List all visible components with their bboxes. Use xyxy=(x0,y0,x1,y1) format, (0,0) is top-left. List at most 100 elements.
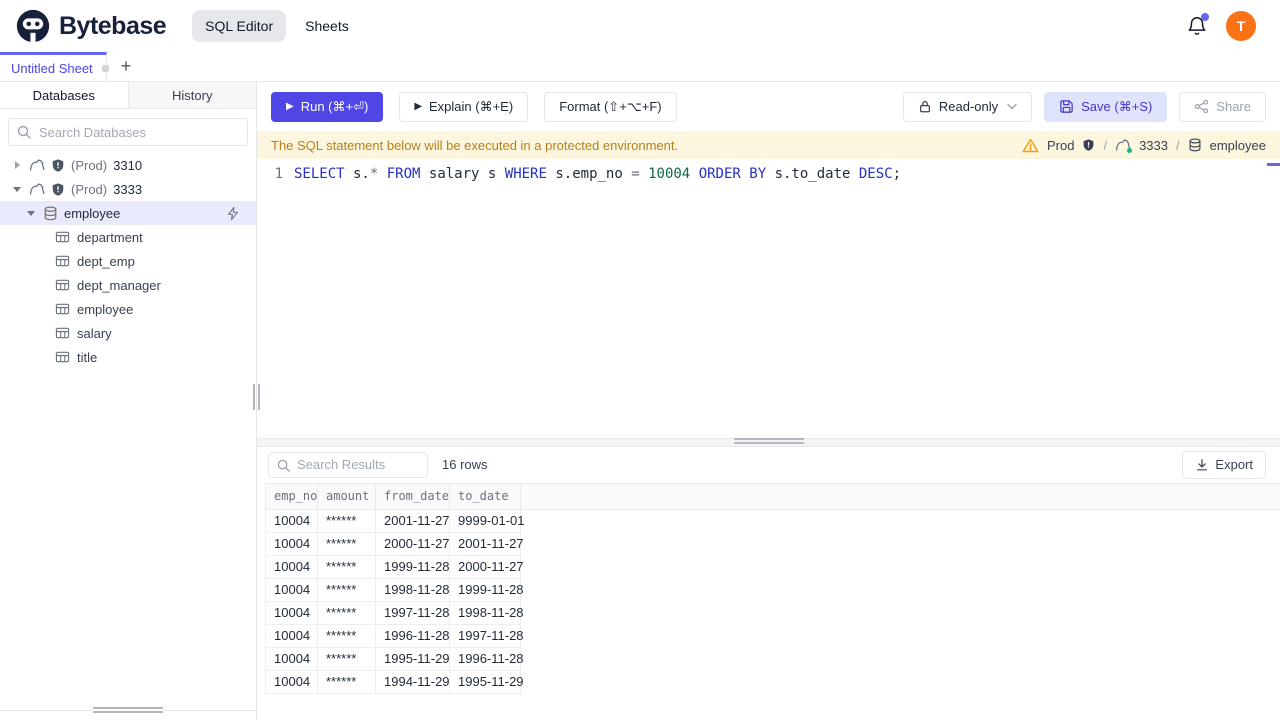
lock-icon xyxy=(918,99,932,114)
table-row-salary[interactable]: salary xyxy=(0,321,256,345)
sheet-tab-label: Untitled Sheet xyxy=(11,60,93,76)
table-row-title[interactable]: title xyxy=(0,345,256,369)
cell: 9999-01-01 xyxy=(449,508,525,533)
mysql-icon xyxy=(29,182,45,196)
caret-down-icon[interactable] xyxy=(13,184,23,194)
format-button[interactable]: Format (⇧+⌥+F) xyxy=(544,91,677,122)
table-row-dept-emp[interactable]: dept_emp xyxy=(0,249,256,273)
result-row: 10004 ****** 1995-11-29 1996-11-28 xyxy=(265,646,1280,671)
run-label: Run (⌘+⏎) xyxy=(300,98,369,114)
cell: 1994-11-29 xyxy=(375,669,450,694)
brand[interactable]: Bytebase xyxy=(16,9,167,43)
table-icon xyxy=(55,326,70,340)
tab-databases[interactable]: Databases xyxy=(0,82,129,108)
table-row-department[interactable]: department xyxy=(0,225,256,249)
search-icon xyxy=(277,459,290,472)
cell-filler xyxy=(520,670,1280,693)
line-number: 1 xyxy=(274,166,283,182)
instance-row-3333[interactable]: (Prod) 3333 xyxy=(0,177,256,201)
banner-message: The SQL statement below will be executed… xyxy=(271,137,679,153)
tab-history[interactable]: History xyxy=(128,82,256,108)
download-icon xyxy=(1195,458,1209,472)
cell: ****** xyxy=(317,577,376,602)
instance-row-3310[interactable]: (Prod) 3310 xyxy=(0,153,256,177)
results-search-input[interactable] xyxy=(268,451,428,478)
table-name: dept_manager xyxy=(77,277,161,293)
column-header-to-date[interactable]: to_date xyxy=(449,482,521,510)
cell: ****** xyxy=(317,623,376,648)
table-icon xyxy=(55,230,70,244)
cell: 1998-11-28 xyxy=(449,600,524,625)
mysql-icon xyxy=(1115,138,1133,153)
instance-name: 3310 xyxy=(113,157,143,173)
database-search-input[interactable] xyxy=(8,118,248,146)
database-row-employee[interactable]: employee xyxy=(0,201,256,225)
share-button[interactable]: Share xyxy=(1179,91,1266,122)
editor-results-resize-handle[interactable] xyxy=(733,437,804,444)
share-label: Share xyxy=(1216,99,1251,114)
cell: ****** xyxy=(317,554,376,579)
column-header-emp-no[interactable]: emp_no xyxy=(265,482,318,510)
nav-sheets[interactable]: Sheets xyxy=(292,10,362,42)
readonly-mode-select[interactable]: Read-only xyxy=(902,91,1033,122)
instance-label: 3333 xyxy=(1139,137,1168,153)
table-name: title xyxy=(77,349,98,365)
sql-code-editor[interactable]: 1 SELECT s.* FROM salary s WHERE s.emp_n… xyxy=(257,159,1280,438)
results-panel: 16 rows Export xyxy=(257,447,1280,720)
database-name: employee xyxy=(64,205,121,221)
export-button[interactable]: Export xyxy=(1182,450,1266,479)
cell-filler xyxy=(520,601,1280,624)
row-count: 16 rows xyxy=(442,457,488,472)
code-line: 1 SELECT s.* FROM salary s WHERE s.emp_n… xyxy=(257,164,1280,185)
cell-filler xyxy=(520,647,1280,670)
cell: 1997-11-28 xyxy=(449,623,524,648)
user-avatar[interactable]: T xyxy=(1226,11,1256,41)
notification-bell-icon[interactable] xyxy=(1186,13,1209,37)
top-nav: SQL Editor Sheets xyxy=(192,10,362,42)
explain-button[interactable]: ▶ Explain (⌘+E) xyxy=(399,91,529,122)
caret-down-icon[interactable] xyxy=(27,208,37,218)
play-icon: ▶ xyxy=(414,100,423,112)
cell: ****** xyxy=(317,531,376,556)
quick-action-bolt-icon[interactable] xyxy=(226,206,240,221)
table-icon xyxy=(55,302,70,316)
save-button[interactable]: Save (⌘+S) xyxy=(1044,91,1168,122)
table-row-dept-manager[interactable]: dept_manager xyxy=(0,273,256,297)
table-name: employee xyxy=(77,301,134,317)
cell: 10004 xyxy=(265,554,318,579)
caret-right-icon[interactable] xyxy=(13,160,23,170)
brand-name: Bytebase xyxy=(59,11,167,40)
nav-sql-editor[interactable]: SQL Editor xyxy=(192,10,287,42)
cell-filler xyxy=(520,578,1280,601)
column-header-amount[interactable]: amount xyxy=(317,482,376,510)
cell: 10004 xyxy=(265,577,318,602)
overview-ruler-mark xyxy=(1267,163,1280,166)
sheet-tabbar: Untitled Sheet + xyxy=(0,52,1280,82)
cell: 2001-11-27 xyxy=(449,531,524,556)
cell-filler xyxy=(520,532,1280,555)
cell: ****** xyxy=(317,646,376,671)
run-button[interactable]: ▶ Run (⌘+⏎) xyxy=(271,91,384,122)
env-badge: Prod xyxy=(1046,137,1075,153)
mysql-icon xyxy=(29,158,45,172)
save-label: Save (⌘+S) xyxy=(1081,98,1153,114)
format-label: Format (⇧+⌥+F) xyxy=(559,98,662,114)
cell: 1998-11-28 xyxy=(375,577,450,602)
sql-statement: SELECT s.* FROM salary s WHERE s.emp_no … xyxy=(294,166,902,182)
sidebar-bottom-resize-handle[interactable] xyxy=(93,707,163,713)
sidebar-resize-handle[interactable] xyxy=(253,384,260,410)
column-header-filler xyxy=(520,482,1280,510)
sheet-tab-untitled[interactable]: Untitled Sheet xyxy=(0,52,109,81)
cell: 10004 xyxy=(265,623,318,648)
database-label: employee xyxy=(1209,137,1266,153)
chevron-down-icon xyxy=(1007,103,1017,110)
app-header: Bytebase SQL Editor Sheets T xyxy=(0,0,1280,52)
results-search xyxy=(268,451,428,478)
new-tab-button[interactable]: + xyxy=(107,52,145,81)
readonly-label: Read-only xyxy=(938,99,999,114)
cell: ****** xyxy=(317,669,376,694)
instance-env-label: (Prod) xyxy=(71,157,108,173)
column-header-from-date[interactable]: from_date xyxy=(375,482,450,510)
breadcrumb-separator: / xyxy=(1176,137,1180,153)
table-row-employee[interactable]: employee xyxy=(0,297,256,321)
